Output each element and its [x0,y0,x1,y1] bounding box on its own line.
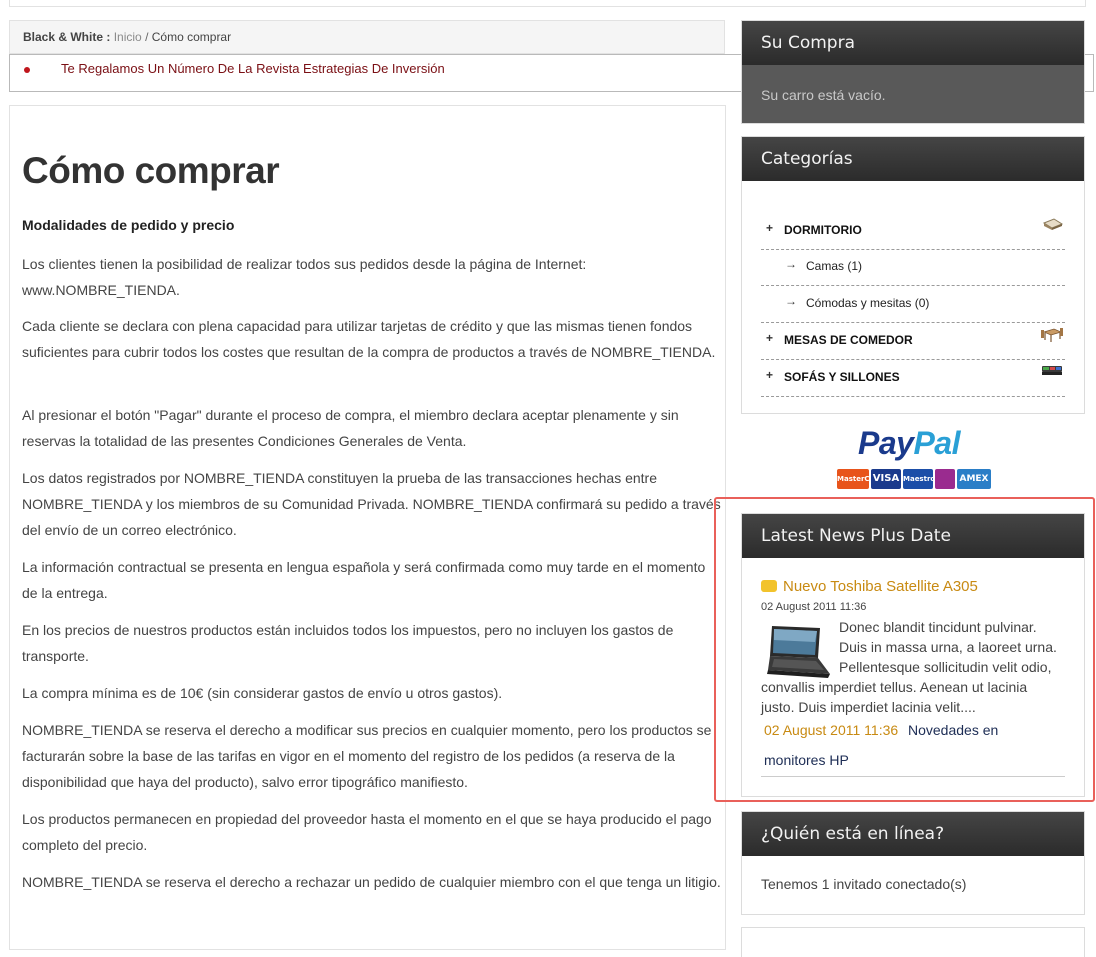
dining-table-thumbnail-icon [1041,328,1063,342]
paragraph: Los clientes tienen la posibilidad de re… [22,256,587,298]
breadcrumb-home-link[interactable]: Inicio [114,30,142,44]
expand-icon: + [766,331,774,345]
paypal-logo[interactable]: PayPal [858,425,960,462]
page-title: Cómo comprar [22,150,280,191]
paragraph: NOMBRE_TIENDA se reserva el derecho a mo… [22,722,712,790]
categories-module: Categorías + DORMITORIO → Camas (1) → Có… [741,136,1085,414]
section-heading: Modalidades de pedido y precio [22,217,235,233]
subcategory-item-camas[interactable]: → Camas (1) [761,249,1065,286]
cart-module: Su Compra Su carro está vacío. [741,20,1085,124]
ticker-link[interactable]: Te Regalamos Un Número De La Revista Est… [61,61,445,76]
paragraph: NOMBRE_TIENDA se reserva el derecho a re… [22,874,721,890]
category-label: DORMITORIO [784,223,862,237]
card-icon [935,469,955,489]
maestro-icon: Maestro [903,469,935,489]
who-online-title: ¿Quién está en línea? [742,812,1084,856]
category-label: MESAS DE COMEDOR [784,333,913,347]
breadcrumb-current: Cómo comprar [151,30,232,44]
breadcrumb-separator: / [145,30,149,44]
paragraph: La compra mínima es de 10€ (sin consider… [22,685,503,701]
paragraph: Cada cliente se declara con plena capaci… [22,318,716,360]
breadcrumb: Black & White : Inicio / Cómo comprar [9,20,725,54]
paragraph: Los datos registrados por NOMBRE_TIENDA … [22,470,721,538]
mastercard-icon: MasterCard [837,469,883,489]
bullet-icon [24,67,30,73]
cart-empty-text: Su carro está vacío. [761,87,886,103]
category-label: SOFÁS Y SILLONES [784,370,900,384]
cart-body: Su carro está vacío. [742,65,1084,123]
paragraph: En los precios de nuestros productos est… [22,622,674,664]
paragraph: Al presionar el botón "Pagar" durante el… [22,407,679,449]
bed-thumbnail-icon [1043,218,1063,230]
sofa-thumbnail-icon [1042,366,1062,375]
paragraph: La información contractual se presenta e… [22,559,706,601]
expand-icon: + [766,221,774,235]
paragraph: Los productos permanecen en propiedad de… [22,811,712,853]
categories-module-title: Categorías [742,137,1084,181]
category-item-sofas-y-sillones[interactable]: + SOFÁS Y SILLONES [761,360,1065,397]
subcategory-label: Cómodas y mesitas (0) [806,296,930,310]
breadcrumb-site: Black & White : [23,30,111,44]
who-online-text: Tenemos 1 invitado conectado(s) [761,876,967,892]
category-item-mesas-de-comedor[interactable]: + MESAS DE COMEDOR [761,323,1065,360]
next-module [741,927,1085,957]
arrow-right-icon: → [785,294,797,308]
visa-icon: VISA [871,469,901,489]
arrow-right-icon: → [785,257,797,271]
category-item-dormitorio[interactable]: + DORMITORIO [761,213,1065,250]
cart-module-title: Su Compra [742,21,1084,65]
amex-icon: AMEX [957,469,991,489]
expand-icon: + [766,368,774,382]
subcategory-label: Camas (1) [806,259,863,273]
top-strip [9,0,1086,7]
highlight-box [714,497,1095,802]
who-online-module: ¿Quién está en línea? Tenemos 1 invitado… [741,811,1085,915]
breadcrumb-path: Black & White : Inicio / Cómo comprar [23,30,231,44]
payment-cards: MasterCard VISA Maestro AMEX [837,469,991,489]
subcategory-item-comodas[interactable]: → Cómodas y mesitas (0) [761,286,1065,323]
